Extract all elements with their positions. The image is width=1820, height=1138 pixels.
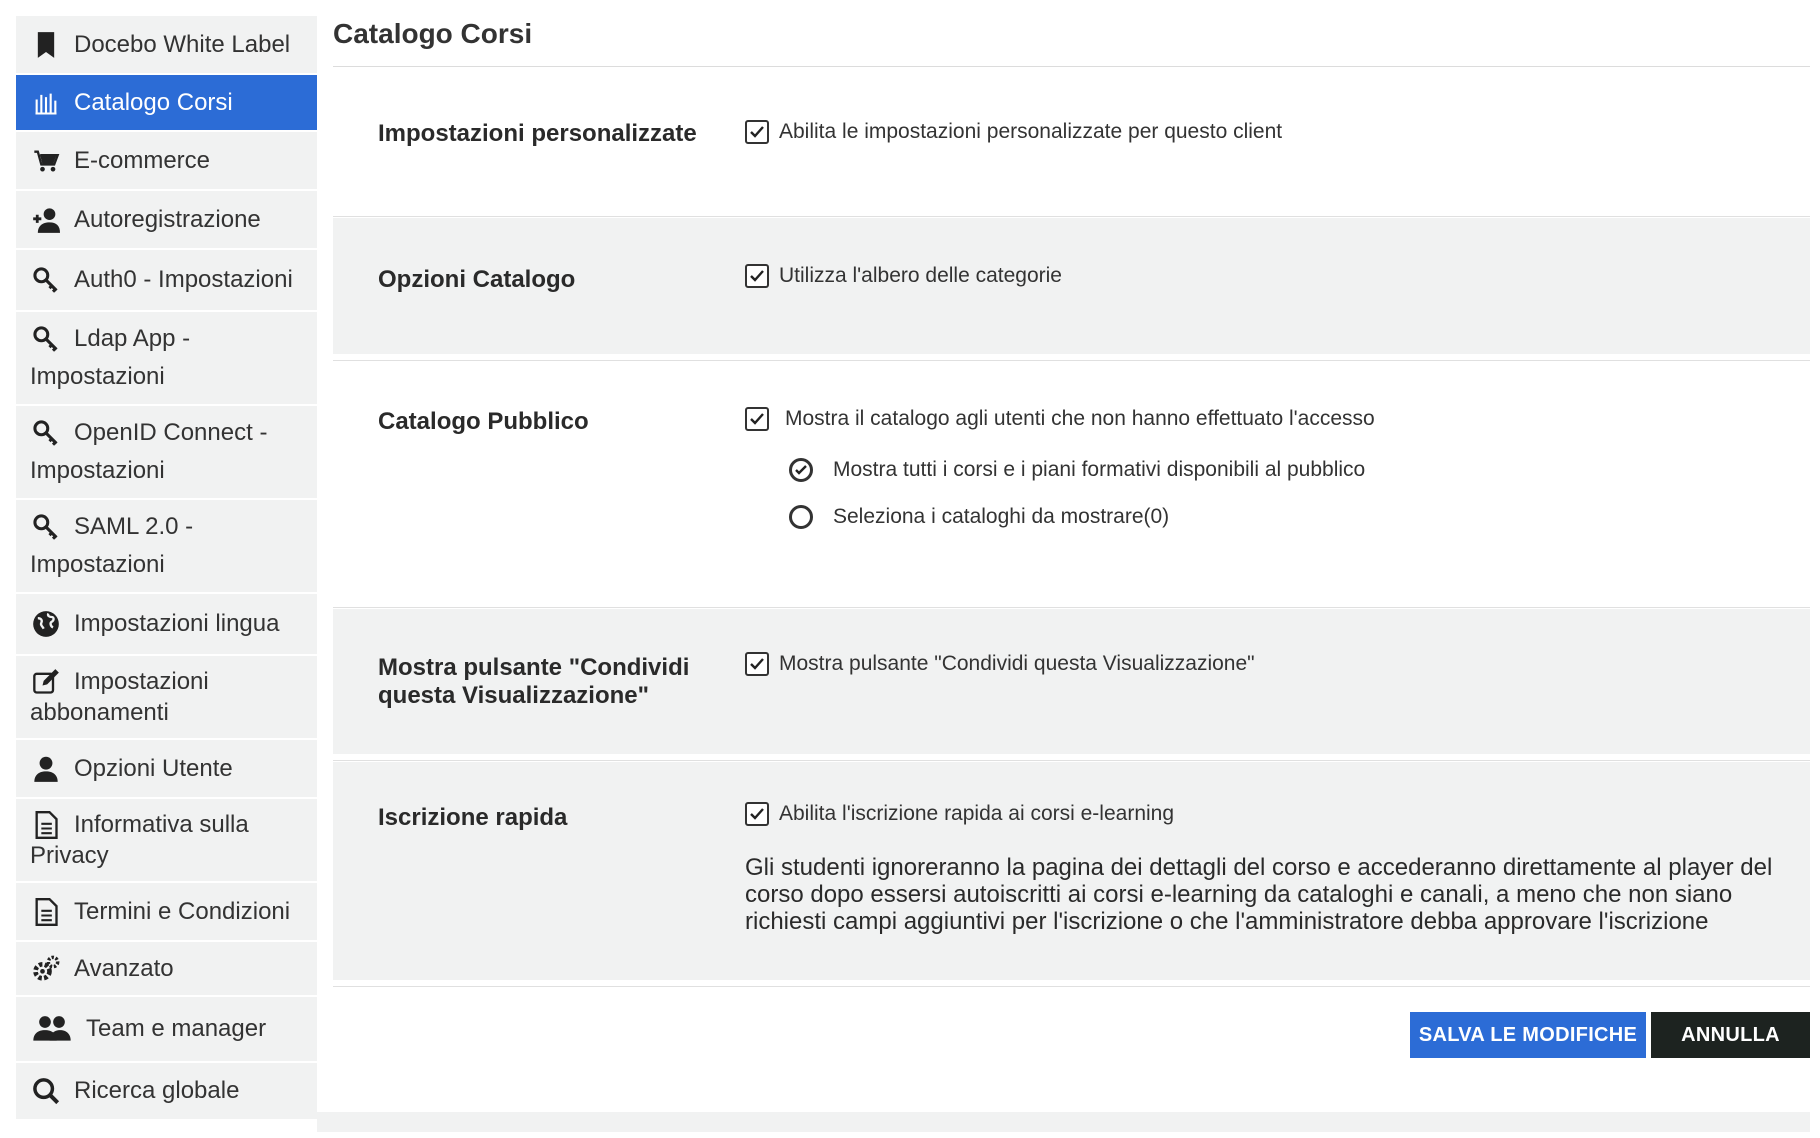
checkbox-checked[interactable] [745,652,769,676]
section-label: Opzioni Catalogo [378,266,576,293]
section-public-catalog: Catalogo Pubblico Mostra il catalogo agl… [333,361,1810,607]
sidebar: Docebo White Label Catalogo Corsi E-comm… [16,16,317,1121]
page-title: Catalogo Corsi [333,18,533,49]
save-button[interactable]: SALVA LE MODIFICHE [1410,1012,1646,1058]
sidebar-item-user-options[interactable]: Opzioni Utente [16,740,317,799]
sidebar-item-label: E-commerce [74,146,211,174]
search-icon [30,1075,62,1107]
sidebar-item-label: Catalogo Corsi [74,88,233,116]
share-button-option[interactable]: Mostra pulsante "Condividi questa Visual… [745,652,1255,676]
cart-icon [30,145,62,177]
sidebar-item-white-label[interactable]: Docebo White Label [16,16,317,75]
sidebar-item-terms[interactable]: Termini e Condizioni [16,883,317,942]
key-icon [30,323,62,355]
sidebar-item-ldap[interactable]: Ldap App - Impostazioni [16,312,317,406]
sidebar-item-label-line2: Impostazioni [30,457,165,484]
document-icon [30,809,62,841]
gears-icon [30,953,62,985]
section-label: Mostra pulsante "Condividi questa Visual… [378,654,718,710]
sidebar-item-label: SAML 2.0 - [74,513,194,540]
team-icon [30,1013,74,1045]
option-label: Abilita l'iscrizione rapida ai corsi e-l… [779,802,1175,825]
sidebar-item-global-search[interactable]: Ricerca globale [16,1063,317,1121]
radio-select-catalogs[interactable]: Seleziona i cataloghi da mostrare(0) [789,505,1169,529]
sidebar-item-label-line2: Impostazioni [30,551,165,578]
quick-enroll-option[interactable]: Abilita l'iscrizione rapida ai corsi e-l… [745,802,1174,826]
section-label: Impostazioni personalizzate [378,120,697,147]
section-label: Catalogo Pubblico [378,408,589,435]
user-icon [30,753,62,785]
cancel-button[interactable]: ANNULLA [1651,1012,1810,1058]
sidebar-item-team[interactable]: Team e manager [16,997,317,1063]
sidebar-item-label: Docebo White Label [74,30,291,58]
sidebar-item-ecommerce[interactable]: E-commerce [16,132,317,191]
option-label: Mostra pulsante "Condividi questa Visual… [779,652,1255,675]
section-quick-enroll: Iscrizione rapida Abilita l'iscrizione r… [333,762,1810,980]
quick-enroll-description: Gli studenti ignoreranno la pagina dei d… [745,854,1773,935]
section-label-line2: questa Visualizzazione" [378,682,650,709]
sidebar-item-label: OpenID Connect - [74,419,268,446]
sidebar-item-language[interactable]: Impostazioni lingua [16,594,317,656]
sidebar-item-openid[interactable]: OpenID Connect - Impostazioni [16,406,317,500]
sidebar-item-saml[interactable]: SAML 2.0 - Impostazioni [16,500,317,594]
add-user-icon [30,204,62,236]
divider [333,986,1810,987]
checkbox-checked[interactable] [745,802,769,826]
bookmark-icon [30,29,62,61]
sidebar-item-label: Informativa sulla [74,811,249,838]
radio-selected[interactable] [789,458,813,482]
sidebar-item-label: Ricerca globale [74,1077,240,1104]
option-label: Abilita le impostazioni personalizzate p… [779,120,1283,143]
key-icon [30,264,62,296]
sidebar-item-label: Auth0 - Impostazioni [74,266,293,293]
section-catalog-options: Opzioni Catalogo Utilizza l'albero delle… [333,218,1810,354]
category-tree-option[interactable]: Utilizza l'albero delle categorie [745,264,1062,288]
sidebar-item-label: Avanzato [74,954,174,982]
sidebar-item-label-line2: abbonamenti [30,699,169,726]
globe-icon [30,608,62,640]
sidebar-item-label: Autoregistrazione [74,205,261,233]
sidebar-item-advanced[interactable]: Avanzato [16,942,317,997]
radio-label: Seleziona i cataloghi da mostrare(0) [833,505,1170,528]
option-label: Utilizza l'albero delle categorie [779,264,1062,287]
main-content: Catalogo Corsi Impostazioni personalizza… [333,0,1810,1058]
section-label: Iscrizione rapida [378,804,568,831]
radio-show-all[interactable]: Mostra tutti i corsi e i piani formativi… [789,458,1365,482]
radio-unselected[interactable] [789,505,813,529]
sidebar-item-privacy[interactable]: Informativa sulla Privacy [16,799,317,883]
section-share-button: Mostra pulsante "Condividi questa Visual… [333,609,1810,754]
catalog-icon [30,87,62,119]
sidebar-item-label: Impostazioni [74,668,209,695]
footer-strip [317,1112,1810,1132]
divider [333,607,1810,608]
public-catalog-option[interactable]: Mostra il catalogo agli utenti che non h… [745,407,1375,431]
sidebar-item-subscriptions[interactable]: Impostazioni abbonamenti [16,656,317,740]
section-custom-settings: Impostazioni personalizzate Abilita le i… [333,54,1810,216]
key-icon [30,511,62,543]
sidebar-item-label: Team e manager [86,1015,267,1042]
divider [333,760,1810,761]
sidebar-item-label: Impostazioni lingua [74,610,280,637]
key-icon [30,417,62,449]
sidebar-item-label-line2: Privacy [30,842,109,869]
document-icon [30,896,62,928]
section-label-line1: Mostra pulsante "Condividi [378,654,690,681]
sidebar-item-label-line2: Impostazioni [30,363,165,390]
checkbox-checked[interactable] [745,120,769,144]
custom-settings-option[interactable]: Abilita le impostazioni personalizzate p… [745,120,1282,144]
edit-icon [30,666,62,698]
sidebar-item-self-registration[interactable]: Autoregistrazione [16,191,317,250]
sidebar-item-label: Opzioni Utente [74,754,233,782]
radio-label: Mostra tutti i corsi e i piani formativi… [833,458,1366,481]
sidebar-item-label: Ldap App - [74,325,191,352]
sidebar-item-label: Termini e Condizioni [74,897,291,925]
divider [333,216,1810,217]
checkbox-checked[interactable] [745,264,769,288]
sidebar-item-course-catalog[interactable]: Catalogo Corsi [16,75,317,132]
sidebar-item-auth0[interactable]: Auth0 - Impostazioni [16,250,317,312]
checkbox-checked[interactable] [745,407,769,431]
option-label: Mostra il catalogo agli utenti che non h… [785,407,1375,430]
